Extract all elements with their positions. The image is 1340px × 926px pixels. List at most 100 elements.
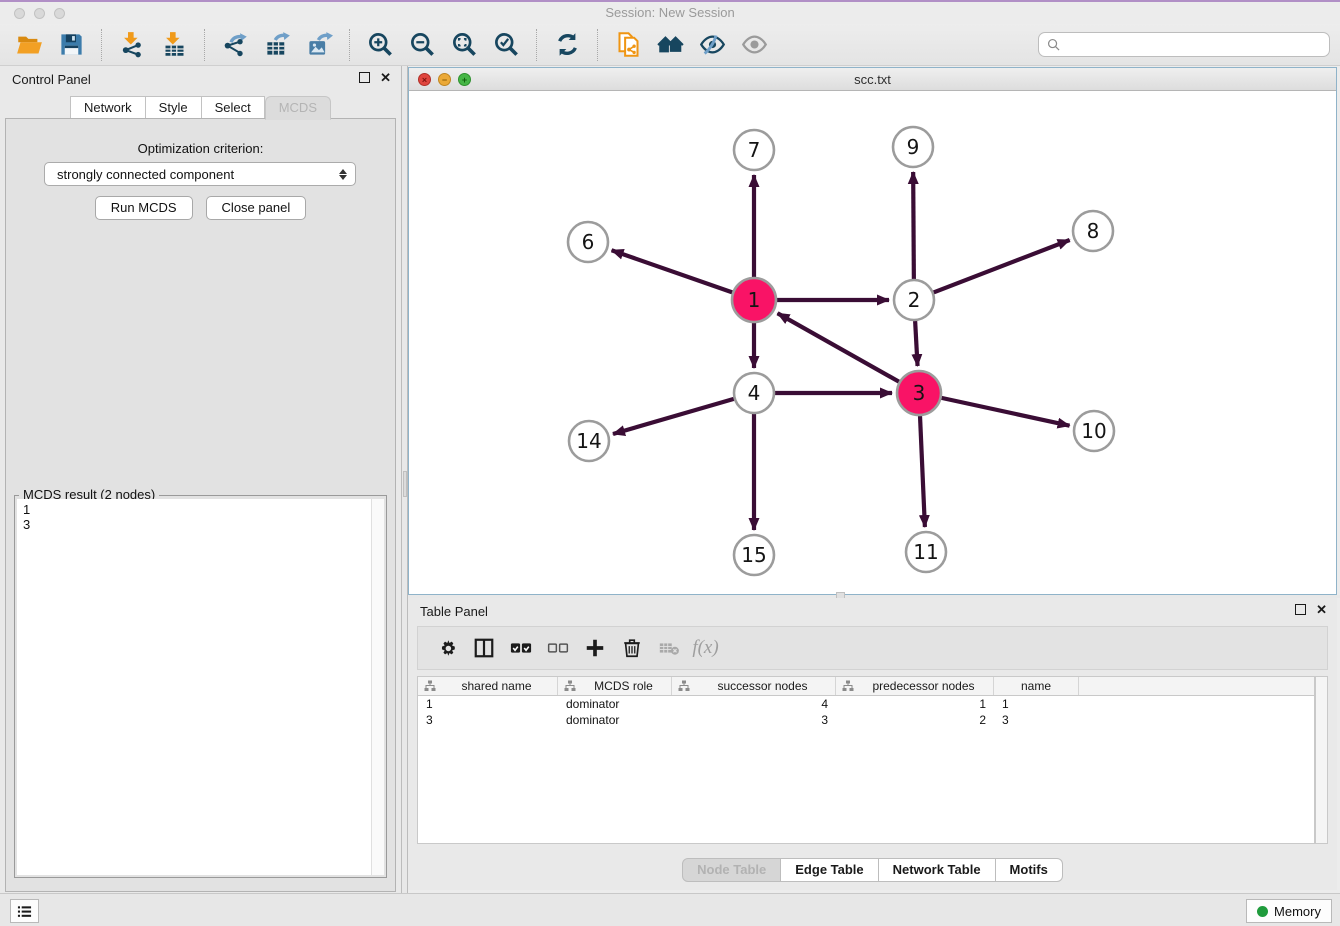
cell-predecessor-nodes[interactable]: 1 [836,697,994,711]
column-header-name[interactable]: name [994,677,1079,695]
close-panel-button[interactable]: Close panel [206,196,307,220]
export-image-button[interactable] [298,27,340,63]
import-network-button[interactable] [111,27,153,63]
show-columns-button[interactable] [465,631,502,665]
cell-shared-name[interactable]: 3 [418,713,558,727]
edge-2-9[interactable] [913,172,914,279]
edge-3-11[interactable] [920,416,925,527]
edge-3-10[interactable] [941,398,1069,426]
status-bar: Memory [0,893,1340,926]
graph-node-15[interactable]: 15 [734,535,774,575]
graph-node-2[interactable]: 2 [894,280,934,320]
node-label: 2 [908,288,921,312]
zoom-out-button[interactable] [401,27,443,63]
column-header-shared-name[interactable]: shared name [418,677,558,695]
tab-style[interactable]: Style [146,96,202,120]
delete-table-button[interactable] [650,631,687,665]
table-row-2[interactable]: 3dominator323 [418,712,1314,728]
network-graph[interactable]: 7 9 6 8 1 2 4 3 14 10 15 11 [409,91,1336,594]
duplicate-network-button[interactable] [607,27,649,63]
graph-node-14[interactable]: 14 [569,421,609,461]
add-column-button[interactable] [576,631,613,665]
cell-mcds-role[interactable]: dominator [558,697,672,711]
network-canvas[interactable]: 7 9 6 8 1 2 4 3 14 10 15 11 [409,91,1336,594]
edge-3-1[interactable] [778,313,899,381]
table-options-button[interactable] [428,631,465,665]
export-table-button[interactable] [256,27,298,63]
cell-shared-name[interactable]: 1 [418,697,558,711]
cell-mcds-role[interactable]: dominator [558,713,672,727]
edge-2-3[interactable] [915,321,917,366]
search-field[interactable] [1038,32,1330,57]
save-icon [58,31,85,58]
graph-node-9[interactable]: 9 [893,127,933,167]
search-input[interactable] [1060,38,1329,52]
duplicate-network-icon [615,31,642,58]
float-panel-icon[interactable] [1295,604,1306,615]
apply-layout-button[interactable] [546,27,588,63]
delete-column-button[interactable] [613,631,650,665]
vertical-splitter[interactable] [401,66,408,893]
node-label: 8 [1087,219,1100,243]
column-header-successor-nodes[interactable]: successor nodes [672,677,836,695]
tab-network-table[interactable]: Network Table [879,858,996,882]
mcds-result-text[interactable]: 1 3 [17,499,384,875]
tab-node-table[interactable]: Node Table [682,858,781,882]
function-builder-button[interactable]: f(x) [687,631,724,665]
select-all-columns-button[interactable] [502,631,539,665]
first-neighbors-button[interactable] [649,27,691,63]
export-network-button[interactable] [214,27,256,63]
tab-select[interactable]: Select [202,96,265,120]
zoom-fit-button[interactable] [443,27,485,63]
open-file-button[interactable] [8,27,50,63]
graph-node-8[interactable]: 8 [1073,211,1113,251]
graph-node-10[interactable]: 10 [1074,411,1114,451]
zoom-in-button[interactable] [359,27,401,63]
cell-name[interactable]: 1 [994,697,1079,711]
edge-4-14[interactable] [613,399,734,434]
tab-network[interactable]: Network [70,96,146,120]
criterion-dropdown[interactable]: strongly connected component [44,162,356,186]
column-header-mcds-role[interactable]: MCDS role [558,677,672,695]
table-scrollbar[interactable] [1315,676,1328,844]
splitter-handle[interactable] [403,471,407,497]
cell-name[interactable]: 3 [994,713,1079,727]
column-header-predecessor-nodes[interactable]: predecessor nodes [836,677,994,695]
close-panel-icon[interactable]: ✕ [1316,604,1327,615]
run-mcds-button[interactable]: Run MCDS [95,196,193,220]
deselect-all-columns-button[interactable] [539,631,576,665]
graph-node-1[interactable]: 1 [732,278,776,322]
graph-node-7[interactable]: 7 [734,130,774,170]
cell-successor-nodes[interactable]: 4 [672,697,836,711]
zoom-selected-button[interactable] [485,27,527,63]
node-label: 6 [582,230,595,254]
graph-node-11[interactable]: 11 [906,532,946,572]
table-row-1[interactable]: 1dominator411 [418,696,1314,712]
cell-successor-nodes[interactable]: 3 [672,713,836,727]
cell-predecessor-nodes[interactable]: 2 [836,713,994,727]
graph-node-4[interactable]: 4 [734,373,774,413]
tab-edge-table[interactable]: Edge Table [781,858,878,882]
open-folder-icon [16,31,43,58]
graph-node-3[interactable]: 3 [897,371,941,415]
show-panels-button[interactable] [10,899,39,923]
tab-motifs[interactable]: Motifs [996,858,1063,882]
memory-button[interactable]: Memory [1246,899,1332,923]
graph-node-6[interactable]: 6 [568,222,608,262]
tab-mcds[interactable]: MCDS [265,96,331,120]
edge-1-6[interactable] [612,250,733,292]
hide-selected-button[interactable] [691,27,733,63]
import-table-button[interactable] [153,27,195,63]
table-header-row: shared nameMCDS rolesuccessor nodesprede… [418,677,1314,696]
network-frame-titlebar[interactable]: × − + scc.txt [409,68,1336,91]
zoom-out-icon [409,31,436,58]
eye-slash-icon [699,31,726,58]
show-all-button[interactable] [733,27,775,63]
save-session-button[interactable] [50,27,92,63]
criterion-value: strongly connected component [45,167,339,182]
float-panel-icon[interactable] [359,72,370,83]
close-panel-icon[interactable]: ✕ [380,72,391,83]
edge-2-8[interactable] [934,240,1070,292]
result-scrollbar[interactable] [371,499,384,875]
toolbar-separator [101,29,102,61]
